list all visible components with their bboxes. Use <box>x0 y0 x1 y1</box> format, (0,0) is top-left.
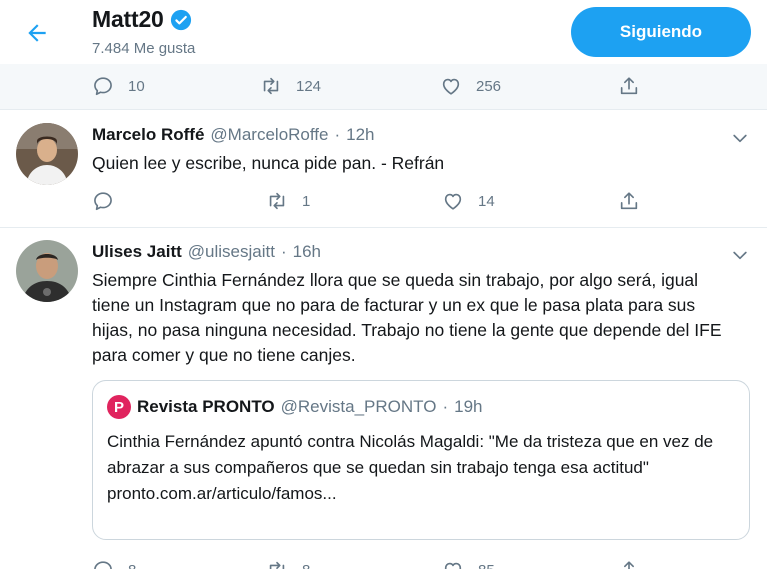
separator-dot: · <box>280 242 287 261</box>
like-button[interactable]: 256 <box>440 64 501 108</box>
like-count: 256 <box>476 77 502 95</box>
retweet-icon <box>269 192 285 210</box>
back-button[interactable] <box>22 18 52 48</box>
retweet-icon <box>269 561 285 569</box>
separator-dot: · <box>334 125 341 144</box>
tweet-text: Siempre Cinthia Fernández llora que se q… <box>92 270 722 365</box>
like-button[interactable]: 14 <box>442 179 495 223</box>
separator-dot: · <box>442 397 449 416</box>
quoted-tweet-text: Cinthia Fernández apuntó contra Nicolás … <box>107 432 714 477</box>
like-count: 85 <box>478 562 495 569</box>
share-button[interactable] <box>618 548 640 569</box>
reply-icon <box>94 192 112 211</box>
tweet-text: Quien lee y escribe, nunca pide pan. - R… <box>92 153 445 173</box>
quoted-author-handle: @Revista_PRONTO <box>280 397 437 416</box>
following-button[interactable]: Siguiendo <box>571 7 751 57</box>
like-icon <box>442 78 460 95</box>
quoted-tweet-body: Cinthia Fernández apuntó contra Nicolás … <box>107 429 737 507</box>
likes-count: 7.484 Me gusta <box>92 40 196 57</box>
author-handle[interactable]: @ulisesjaitt <box>188 242 275 262</box>
reply-button[interactable] <box>92 179 128 223</box>
reply-count: 10 <box>128 77 145 95</box>
profile-header: Matt20 7.484 Me gusta Siguiendo <box>0 0 767 66</box>
share-icon <box>620 192 638 210</box>
tweet-time[interactable]: 16h <box>293 242 321 262</box>
avatar[interactable] <box>16 123 78 185</box>
tweet-header: Marcelo Roffé @MarceloRoffe · 12h <box>92 125 375 145</box>
reply-icon <box>94 77 112 96</box>
retweet-button[interactable]: 124 <box>260 64 321 108</box>
reply-count: 8 <box>128 562 136 569</box>
quoted-tweet-time: 19h <box>454 397 483 416</box>
tweet-time[interactable]: 12h <box>346 125 374 145</box>
tweet-actions: 10 124 256 <box>0 64 767 110</box>
verified-badge-icon <box>170 9 192 31</box>
reply-button[interactable]: 8 <box>92 548 136 569</box>
share-button[interactable] <box>618 64 640 108</box>
profile-name: Matt20 <box>92 6 164 32</box>
retweet-count: 1 <box>302 192 311 210</box>
tweet-actions: 1 14 <box>0 179 767 223</box>
like-count: 14 <box>478 192 495 210</box>
retweet-button[interactable]: 1 <box>266 179 310 223</box>
author-name[interactable]: Ulises Jaitt <box>92 242 182 262</box>
quoted-author-name: Revista PRONTO <box>137 397 275 416</box>
retweet-icon <box>263 77 279 95</box>
avatar[interactable] <box>16 240 78 302</box>
quoted-tweet[interactable]: P Revista PRONTO @Revista_PRONTO · 19h C… <box>92 380 750 540</box>
share-icon <box>620 77 638 95</box>
author-handle[interactable]: @MarceloRoffe <box>210 125 328 145</box>
like-icon <box>444 193 462 210</box>
share-icon <box>624 561 634 569</box>
retweet-button[interactable]: 8 <box>266 548 310 569</box>
chevron-down-icon[interactable] <box>730 128 750 148</box>
tweet-actions: 8 8 85 <box>0 548 767 569</box>
profile-title: Matt20 <box>92 6 192 33</box>
like-button[interactable]: 85 <box>442 548 495 569</box>
back-arrow-icon <box>28 24 46 42</box>
reply-icon <box>94 561 112 569</box>
quoted-avatar: P <box>107 395 131 419</box>
quoted-tweet-header: P Revista PRONTO @Revista_PRONTO · 19h <box>107 395 483 419</box>
retweet-count: 8 <box>302 562 310 569</box>
share-button[interactable] <box>618 179 640 223</box>
like-icon <box>444 562 462 569</box>
tweet-header: Ulises Jaitt @ulisesjaitt · 16h <box>92 242 321 262</box>
reply-button[interactable]: 10 <box>92 64 145 108</box>
chevron-down-icon[interactable] <box>730 245 750 265</box>
tweet[interactable]: Marcelo Roffé @MarceloRoffe · 12h Quien … <box>0 111 767 228</box>
retweet-count: 124 <box>296 77 322 95</box>
author-name[interactable]: Marcelo Roffé <box>92 125 204 145</box>
quoted-tweet-link[interactable]: pronto.com.ar/articulo/famos... <box>107 481 737 507</box>
tweet[interactable]: Ulises Jaitt @ulisesjaitt · 16h Siempre … <box>0 228 767 569</box>
